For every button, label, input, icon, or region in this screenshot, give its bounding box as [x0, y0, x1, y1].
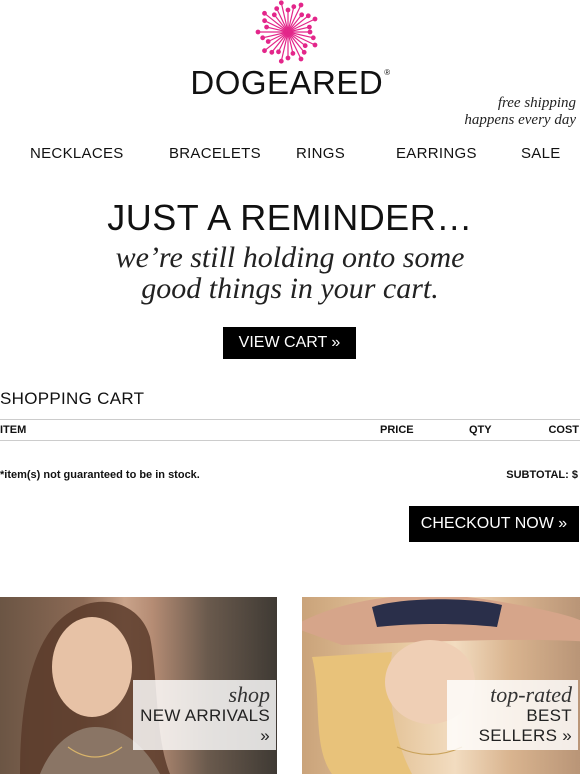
- cart-subtotal: SUBTOTAL: $: [506, 469, 578, 481]
- column-cost: COST: [548, 424, 579, 436]
- best-sellers-label[interactable]: top-rated BEST SELLERS »: [447, 680, 578, 750]
- new-arrivals-link[interactable]: NEW ARRIVALS »: [139, 706, 270, 746]
- nav-earrings[interactable]: EARRINGS: [396, 145, 477, 162]
- cart-table-header: ITEM PRICE QTY COST: [0, 420, 580, 440]
- nav-necklaces[interactable]: NECKLACES: [30, 145, 124, 162]
- column-price: PRICE: [380, 424, 414, 436]
- best-sellers-link[interactable]: BEST SELLERS »: [453, 706, 572, 746]
- top-rated-em-text: top-rated: [490, 682, 572, 707]
- new-arrivals-promo[interactable]: shop NEW ARRIVALS »: [0, 597, 277, 774]
- registered-mark: ®: [384, 68, 391, 77]
- reminder-headline: JUST A REMINDER…: [107, 197, 473, 238]
- stock-footnote: *item(s) not guaranteed to be in stock.: [0, 469, 200, 481]
- category-nav: NECKLACES BRACELETS RINGS EARRINGS SALE: [0, 145, 580, 165]
- column-qty: QTY: [469, 424, 492, 436]
- shopping-cart-title: SHOPPING CART: [0, 389, 145, 408]
- shop-em-text: shop: [228, 682, 270, 707]
- nav-rings[interactable]: RINGS: [296, 145, 345, 162]
- subheadline-line-2: good things in your cart.: [141, 272, 439, 305]
- checkout-button[interactable]: CHECKOUT NOW »: [409, 506, 579, 542]
- new-arrivals-label[interactable]: shop NEW ARRIVALS »: [133, 680, 276, 750]
- brand-name: DOGEARED: [190, 64, 384, 101]
- column-item: ITEM: [0, 424, 27, 436]
- dandelion-logo-icon[interactable]: [250, 0, 326, 66]
- nav-bracelets[interactable]: BRACELETS: [169, 145, 261, 162]
- cart-divider-bottom: [0, 440, 580, 441]
- free-shipping-note: free shipping happens every day: [464, 95, 576, 129]
- subheadline-line-1: we’re still holding onto some: [115, 241, 465, 274]
- shipping-line-2: happens every day: [464, 112, 576, 128]
- best-sellers-promo[interactable]: top-rated BEST SELLERS »: [302, 597, 580, 774]
- shipping-line-1: free shipping: [497, 95, 576, 111]
- reminder-subheadline: we’re still holding onto some good thing…: [0, 242, 580, 304]
- view-cart-button[interactable]: VIEW CART »: [223, 327, 356, 359]
- nav-sale[interactable]: SALE: [521, 145, 561, 162]
